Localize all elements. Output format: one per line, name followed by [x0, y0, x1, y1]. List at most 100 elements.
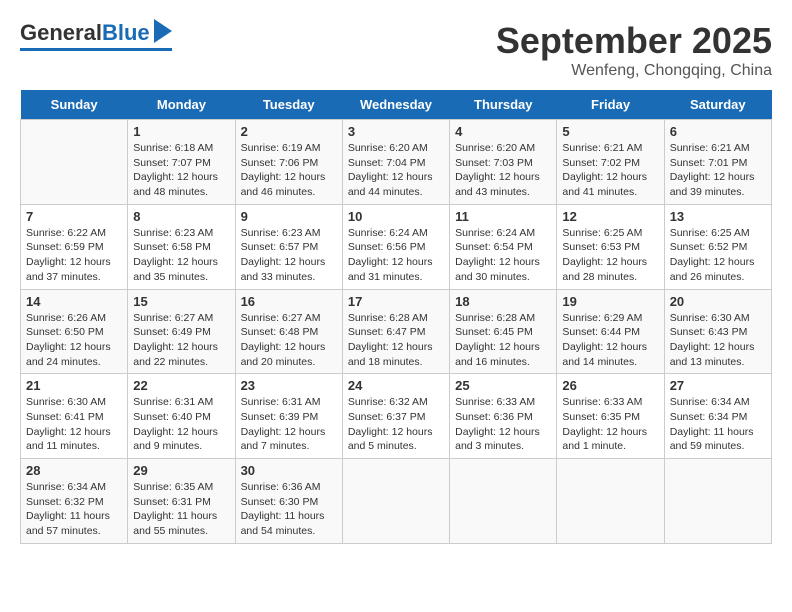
- day-number: 23: [241, 378, 337, 393]
- calendar-cell: 18Sunrise: 6:28 AMSunset: 6:45 PMDayligh…: [450, 289, 557, 374]
- month-title: September 2025: [496, 20, 772, 62]
- calendar-cell: 17 Sunrise: 6:28 AMSunset: 6:47 PMDayligh…: [342, 289, 449, 374]
- logo-underline: [20, 48, 172, 51]
- calendar-cell: 23Sunrise: 6:31 AMSunset: 6:39 PMDayligh…: [235, 374, 342, 459]
- cell-info: Sunrise: 6:22 AMSunset: 6:59 PMDaylight:…: [26, 226, 122, 285]
- day-number: 15: [133, 294, 229, 309]
- column-header-wednesday: Wednesday: [342, 90, 449, 120]
- calendar-cell: 5 Sunrise: 6:21 AMSunset: 7:02 PMDaylight…: [557, 120, 664, 205]
- calendar-cell: [342, 459, 449, 544]
- cell-info: Sunrise: 6:26 AMSunset: 6:50 PMDaylight:…: [26, 311, 122, 370]
- day-number: 17: [348, 294, 444, 309]
- cell-info: Sunrise: 6:27 AMSunset: 6:49 PMDaylight:…: [133, 311, 229, 370]
- column-header-friday: Friday: [557, 90, 664, 120]
- day-number: 8: [133, 209, 229, 224]
- cell-info: Sunrise: 6:21 AMSunset: 7:02 PMDaylight:…: [562, 141, 658, 200]
- cell-info: Sunrise: 6:20 AMSunset: 7:04 PMDaylight:…: [348, 141, 444, 200]
- column-header-saturday: Saturday: [664, 90, 771, 120]
- cell-info: Sunrise: 6:30 AMSunset: 6:43 PMDaylight:…: [670, 311, 766, 370]
- week-row-5: 28 Sunrise: 6:34 AMSunset: 6:32 PMDayligh…: [21, 459, 772, 544]
- location-title: Wenfeng, Chongqing, China: [496, 62, 772, 80]
- cell-info: Sunrise: 6:33 AMSunset: 6:36 PMDaylight:…: [455, 395, 551, 454]
- day-number: 9: [241, 209, 337, 224]
- cell-info: Sunrise: 6:30 AMSunset: 6:41 PMDaylight:…: [26, 395, 122, 454]
- day-number: 16: [241, 294, 337, 309]
- calendar-cell: 20 Sunrise: 6:30 AMSunset: 6:43 PMDayligh…: [664, 289, 771, 374]
- column-header-tuesday: Tuesday: [235, 90, 342, 120]
- calendar-cell: 11 Sunrise: 6:24 AMSunset: 6:54 PMDayligh…: [450, 204, 557, 289]
- cell-info: Sunrise: 6:25 AMSunset: 6:52 PMDaylight:…: [670, 226, 766, 285]
- week-row-4: 21 Sunrise: 6:30 AMSunset: 6:41 PMDayligh…: [21, 374, 772, 459]
- column-header-row: SundayMondayTuesdayWednesdayThursdayFrid…: [21, 90, 772, 120]
- cell-info: Sunrise: 6:18 AMSunset: 7:07 PMDaylight:…: [133, 141, 229, 200]
- calendar-cell: 29Sunrise: 6:35 AMSunset: 6:31 PMDayligh…: [128, 459, 235, 544]
- column-header-sunday: Sunday: [21, 90, 128, 120]
- day-number: 19: [562, 294, 658, 309]
- calendar-cell: 13 Sunrise: 6:25 AMSunset: 6:52 PMDayligh…: [664, 204, 771, 289]
- day-number: 28: [26, 463, 122, 478]
- week-row-1: 1 Sunrise: 6:18 AMSunset: 7:07 PMDaylight…: [21, 120, 772, 205]
- calendar-cell: 25 Sunrise: 6:33 AMSunset: 6:36 PMDayligh…: [450, 374, 557, 459]
- calendar-cell: 4Sunrise: 6:20 AMSunset: 7:03 PMDaylight…: [450, 120, 557, 205]
- week-row-3: 14Sunrise: 6:26 AMSunset: 6:50 PMDayligh…: [21, 289, 772, 374]
- day-number: 3: [348, 124, 444, 139]
- logo-blue-text: Blue: [102, 20, 150, 46]
- day-number: 5: [562, 124, 658, 139]
- cell-info: Sunrise: 6:25 AMSunset: 6:53 PMDaylight:…: [562, 226, 658, 285]
- calendar-cell: 30 Sunrise: 6:36 AMSunset: 6:30 PMDayligh…: [235, 459, 342, 544]
- calendar-cell: [450, 459, 557, 544]
- cell-info: Sunrise: 6:29 AMSunset: 6:44 PMDaylight:…: [562, 311, 658, 370]
- calendar-cell: 12 Sunrise: 6:25 AMSunset: 6:53 PMDayligh…: [557, 204, 664, 289]
- day-number: 25: [455, 378, 551, 393]
- day-number: 18: [455, 294, 551, 309]
- day-number: 22: [133, 378, 229, 393]
- calendar-cell: 14Sunrise: 6:26 AMSunset: 6:50 PMDayligh…: [21, 289, 128, 374]
- cell-info: Sunrise: 6:34 AMSunset: 6:32 PMDaylight:…: [26, 480, 122, 539]
- calendar-cell: 10Sunrise: 6:24 AMSunset: 6:56 PMDayligh…: [342, 204, 449, 289]
- day-number: 20: [670, 294, 766, 309]
- day-number: 6: [670, 124, 766, 139]
- calendar-cell: 9 Sunrise: 6:23 AMSunset: 6:57 PMDaylight…: [235, 204, 342, 289]
- calendar-cell: 3 Sunrise: 6:20 AMSunset: 7:04 PMDaylight…: [342, 120, 449, 205]
- calendar-cell: 24 Sunrise: 6:32 AMSunset: 6:37 PMDayligh…: [342, 374, 449, 459]
- calendar-cell: 15 Sunrise: 6:27 AMSunset: 6:49 PMDayligh…: [128, 289, 235, 374]
- day-number: 26: [562, 378, 658, 393]
- column-header-thursday: Thursday: [450, 90, 557, 120]
- day-number: 13: [670, 209, 766, 224]
- title-area: September 2025 Wenfeng, Chongqing, China: [496, 20, 772, 80]
- logo: General Blue: [20, 20, 172, 51]
- cell-info: Sunrise: 6:28 AMSunset: 6:47 PMDaylight:…: [348, 311, 444, 370]
- day-number: 27: [670, 378, 766, 393]
- calendar-cell: 7 Sunrise: 6:22 AMSunset: 6:59 PMDaylight…: [21, 204, 128, 289]
- cell-info: Sunrise: 6:35 AMSunset: 6:31 PMDaylight:…: [133, 480, 229, 539]
- day-number: 24: [348, 378, 444, 393]
- cell-info: Sunrise: 6:23 AMSunset: 6:58 PMDaylight:…: [133, 226, 229, 285]
- day-number: 21: [26, 378, 122, 393]
- logo-general-text: General: [20, 20, 102, 46]
- cell-info: Sunrise: 6:31 AMSunset: 6:40 PMDaylight:…: [133, 395, 229, 454]
- calendar-cell: [557, 459, 664, 544]
- week-row-2: 7 Sunrise: 6:22 AMSunset: 6:59 PMDaylight…: [21, 204, 772, 289]
- calendar-cell: 21 Sunrise: 6:30 AMSunset: 6:41 PMDayligh…: [21, 374, 128, 459]
- day-number: 12: [562, 209, 658, 224]
- cell-info: Sunrise: 6:24 AMSunset: 6:54 PMDaylight:…: [455, 226, 551, 285]
- cell-info: Sunrise: 6:20 AMSunset: 7:03 PMDaylight:…: [455, 141, 551, 200]
- cell-info: Sunrise: 6:34 AMSunset: 6:34 PMDaylight:…: [670, 395, 766, 454]
- day-number: 30: [241, 463, 337, 478]
- cell-info: Sunrise: 6:21 AMSunset: 7:01 PMDaylight:…: [670, 141, 766, 200]
- calendar-cell: 2Sunrise: 6:19 AMSunset: 7:06 PMDaylight…: [235, 120, 342, 205]
- column-header-monday: Monday: [128, 90, 235, 120]
- logo-arrow-icon: [154, 19, 172, 43]
- calendar-cell: [21, 120, 128, 205]
- calendar-table: SundayMondayTuesdayWednesdayThursdayFrid…: [20, 90, 772, 544]
- day-number: 7: [26, 209, 122, 224]
- calendar-cell: 27 Sunrise: 6:34 AMSunset: 6:34 PMDayligh…: [664, 374, 771, 459]
- day-number: 11: [455, 209, 551, 224]
- cell-info: Sunrise: 6:23 AMSunset: 6:57 PMDaylight:…: [241, 226, 337, 285]
- calendar-cell: 8 Sunrise: 6:23 AMSunset: 6:58 PMDaylight…: [128, 204, 235, 289]
- day-number: 1: [133, 124, 229, 139]
- cell-info: Sunrise: 6:32 AMSunset: 6:37 PMDaylight:…: [348, 395, 444, 454]
- page-header: General Blue September 2025 Wenfeng, Cho…: [20, 20, 772, 80]
- cell-info: Sunrise: 6:36 AMSunset: 6:30 PMDaylight:…: [241, 480, 337, 539]
- day-number: 10: [348, 209, 444, 224]
